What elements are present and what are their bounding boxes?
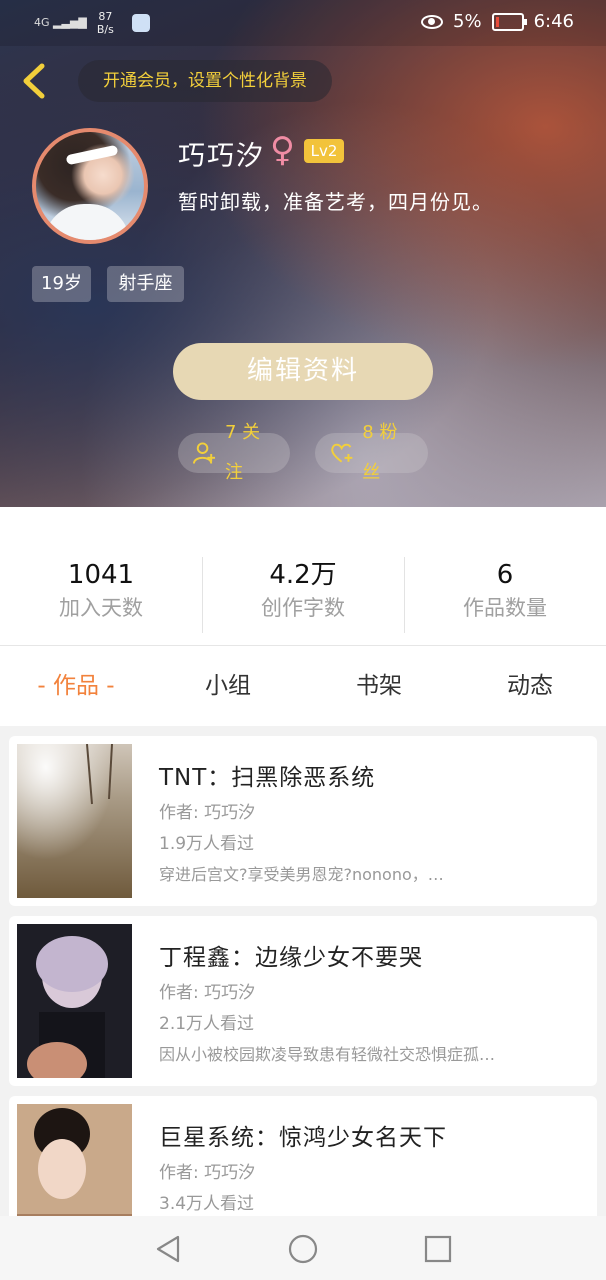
stat-label: 作品数量	[463, 596, 547, 620]
heart-plus-icon	[331, 443, 353, 463]
zodiac-tag: 射手座	[107, 266, 184, 302]
network-speed-value: 87	[98, 10, 113, 23]
user-plus-icon	[192, 442, 216, 464]
works-list: TNT：扫黑除恶系统 作者: 巧巧汐 1.9万人看过 穿进后宫文?享受美男恩宠?…	[0, 726, 606, 1216]
avatar-collar	[44, 204, 130, 240]
fans-button[interactable]: 8 粉丝	[315, 422, 428, 483]
battery-percent: 5%	[453, 11, 482, 32]
work-title: TNT：扫黑除恶系统	[159, 765, 376, 791]
system-nav-bar	[0, 1216, 606, 1280]
battery-icon	[491, 12, 527, 31]
circle-home-icon[interactable]	[286, 1232, 320, 1266]
eye-icon	[421, 14, 444, 29]
signal-label: 4G	[34, 16, 50, 29]
work-card[interactable]: 巨星系统：惊鸿少女名天下 作者: 巧巧汐 3.4万人看过	[9, 1096, 597, 1216]
tab-works[interactable]: - 作品 -	[0, 668, 152, 704]
work-title: 巨星系统：惊鸿少女名天下	[159, 1125, 447, 1151]
tab-activity[interactable]: 动态	[454, 668, 606, 704]
work-cover-image	[17, 744, 132, 898]
stat-word-count: 4.2万 创作字数	[202, 559, 404, 625]
shield-icon	[131, 14, 150, 32]
following-button[interactable]: 7 关注	[178, 422, 290, 483]
age-tag: 19岁	[32, 266, 91, 302]
work-card[interactable]: 丁程鑫：边缘少女不要哭 作者: 巧巧汐 2.1万人看过 因从小被校园欺凌导致患有…	[9, 916, 597, 1086]
stat-value: 6	[496, 560, 514, 590]
vip-background-banner[interactable]: 开通会员，设置个性化背景	[78, 60, 332, 102]
work-author: 作者: 巧巧汐	[159, 1163, 256, 1183]
back-chevron-icon[interactable]	[18, 60, 54, 102]
stat-label: 创作字数	[261, 596, 345, 620]
tab-bookshelf[interactable]: 书架	[303, 668, 455, 704]
following-count: 7 关注	[224, 422, 261, 483]
work-description: 因从小被校园欺凌导致患有轻微社交恐惧症孤…	[159, 1045, 496, 1064]
stat-label: 加入天数	[59, 596, 143, 620]
profile-header: 4G ▂▃▅▇ 87 B/s 5% 6:46 开通会员，设置个性化背景 巧巧汐 ♀…	[0, 0, 606, 507]
signal-icon: 4G ▂▃▅▇	[34, 16, 87, 29]
work-cover-image	[17, 1104, 132, 1216]
avatar[interactable]	[32, 128, 148, 244]
work-views: 2.1万人看过	[159, 1014, 255, 1034]
clock: 6:46	[533, 11, 574, 32]
work-author: 作者: 巧巧汐	[159, 983, 256, 1003]
work-title: 丁程鑫：边缘少女不要哭	[159, 945, 423, 971]
female-gender-icon: ♀	[270, 130, 295, 170]
stat-value: 1041	[67, 560, 135, 590]
stat-works-count: 6 作品数量	[404, 559, 606, 625]
work-author: 作者: 巧巧汐	[159, 803, 256, 823]
work-views: 3.4万人看过	[159, 1194, 255, 1214]
tab-groups[interactable]: 小组	[152, 668, 304, 704]
stats-row: 1041 加入天数 4.2万 创作字数 6 作品数量	[0, 507, 606, 646]
network-speed-unit: B/s	[96, 23, 114, 36]
work-views: 1.9万人看过	[159, 834, 255, 854]
stat-value: 4.2万	[269, 560, 337, 590]
stat-join-days: 1041 加入天数	[0, 559, 202, 625]
work-card[interactable]: TNT：扫黑除恶系统 作者: 巧巧汐 1.9万人看过 穿进后宫文?享受美男恩宠?…	[9, 736, 597, 906]
work-description: 穿进后宫文?享受美男恩宠?nonono，…	[159, 865, 444, 884]
triangle-back-icon[interactable]	[152, 1232, 186, 1266]
avatar-headband	[65, 144, 119, 166]
edit-profile-button[interactable]: 编辑资料	[173, 343, 433, 400]
status-bar: 4G ▂▃▅▇ 87 B/s 5% 6:46	[0, 0, 606, 46]
network-speed: 87 B/s	[97, 10, 114, 36]
user-name: 巧巧汐	[178, 141, 265, 172]
user-bio: 暂时卸载，准备艺考，四月份见。	[178, 190, 493, 214]
tab-bar: - 作品 - 小组 书架 动态	[0, 646, 606, 726]
fans-count: 8 粉丝	[362, 422, 398, 483]
work-cover-image	[17, 924, 132, 1078]
square-recent-icon[interactable]	[421, 1232, 455, 1266]
level-badge: Lv2	[304, 139, 344, 163]
